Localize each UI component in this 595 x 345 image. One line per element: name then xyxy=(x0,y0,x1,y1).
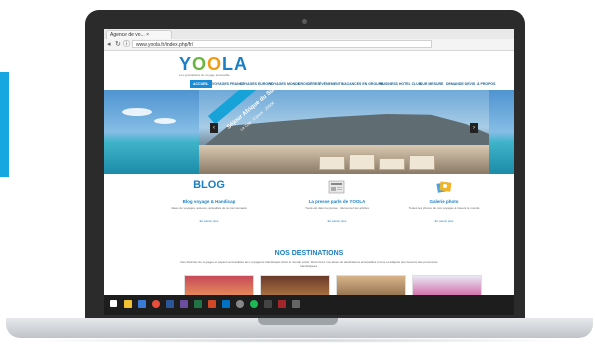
main-menu: ACCUEIL VOYAGES FRANCE VOYAGES EUROPE VO… xyxy=(188,80,514,88)
webcam xyxy=(302,19,307,24)
windows-icon[interactable] xyxy=(110,300,117,307)
logo-tagline: Les spécialistes du voyage accessible xyxy=(179,73,230,77)
cloud xyxy=(154,118,176,124)
photo-gallery-icon xyxy=(436,179,452,200)
building xyxy=(409,155,435,170)
menu-item-croisieres[interactable]: CROISIÈRES xyxy=(298,80,320,88)
accent-bar xyxy=(0,72,9,177)
app-icon[interactable] xyxy=(264,300,272,308)
newspaper-icon xyxy=(328,179,346,200)
destinations-desc: Des dizaines de voyages et séjours acces… xyxy=(180,260,438,268)
feature-link[interactable]: En savoir plus xyxy=(149,219,269,223)
menu-item-voyages-monde[interactable]: VOYAGES MONDE xyxy=(269,80,300,88)
store-icon[interactable] xyxy=(138,300,146,308)
features-row: BLOG Blog voyage & Handicap Idées de voy… xyxy=(104,177,514,229)
hero-beach-left xyxy=(104,90,199,174)
feature-title: Galerie photo xyxy=(429,199,459,204)
logo-letter: O xyxy=(192,54,208,74)
menu-item-evenements[interactable]: ÉVÉNEMENTS xyxy=(319,80,343,88)
menu-item-sur-mesure[interactable]: SUR MESURE xyxy=(420,80,443,88)
browser-tab[interactable]: Agence de vo... × xyxy=(106,30,172,39)
photoshop-icon[interactable] xyxy=(278,300,286,308)
feature-desc: Yoola est dans la presse : découvrez les… xyxy=(305,206,369,210)
feature-link[interactable]: En savoir plus xyxy=(384,219,504,223)
menu-item-vacances-groupe[interactable]: VACANCES EN GROUPE xyxy=(342,80,383,88)
powerpoint-icon[interactable] xyxy=(208,300,216,308)
destinations-title: NOS DESTINATIONS xyxy=(274,250,344,257)
spotify-icon[interactable] xyxy=(250,300,258,308)
back-icon[interactable]: ◂ xyxy=(107,40,111,49)
address-bar: ◂ ↻ ⓘ www.yoola.fr/index.php/fr/ xyxy=(104,39,514,51)
url-input[interactable]: www.yoola.fr/index.php/fr/ xyxy=(132,40,432,48)
menu-item-a-propos[interactable]: À PROPOS xyxy=(477,80,495,88)
menu-item-business-hotel[interactable]: BUSINESS HOTEL CLUB xyxy=(380,80,421,88)
screen: Agence de vo... × ◂ ↻ ⓘ www.yoola.fr/ind… xyxy=(104,29,514,315)
info-icon[interactable]: ⓘ xyxy=(123,40,130,49)
hero-beach-right xyxy=(489,90,514,174)
logo-letter: Y xyxy=(179,54,193,74)
feature-gallery[interactable]: Galerie photo Toutes les photos de nos v… xyxy=(384,177,504,229)
feature-title: Blog voyage & Handicap xyxy=(182,199,236,204)
slider-prev-button[interactable]: ‹ xyxy=(210,123,218,133)
reload-icon[interactable]: ↻ xyxy=(115,40,121,49)
feature-press[interactable]: La presse parle de YOOLA Yoola est dans … xyxy=(277,177,397,229)
excel-icon[interactable] xyxy=(194,300,202,308)
laptop-shadow xyxy=(20,338,575,343)
site-logo[interactable]: YOOLA xyxy=(179,55,248,73)
menu-item-demande-devis[interactable]: DEMANDE DEVIS xyxy=(446,80,475,88)
slider-next-button[interactable]: › xyxy=(470,123,478,133)
word-icon[interactable] xyxy=(166,300,174,308)
logo-letter: A xyxy=(234,54,249,74)
building xyxy=(349,154,375,170)
feature-desc: Idées de voyages, astuces, actualités de… xyxy=(171,206,247,210)
feature-blog[interactable]: BLOG Blog voyage & Handicap Idées de voy… xyxy=(149,177,269,229)
blog-icon: BLOG xyxy=(193,179,225,191)
settings-icon[interactable] xyxy=(236,300,244,308)
logo-letter: L xyxy=(222,54,235,74)
app-icon[interactable] xyxy=(292,300,300,308)
building xyxy=(319,156,345,170)
menu-item-voyages-europe[interactable]: VOYAGES EUROPE xyxy=(240,80,273,88)
menu-item-accueil[interactable]: ACCUEIL xyxy=(190,80,212,88)
chrome-icon[interactable] xyxy=(152,300,160,308)
laptop-notch xyxy=(258,318,338,325)
cloud xyxy=(122,108,152,116)
feature-title: La presse parle de YOOLA xyxy=(308,199,366,204)
cape-town-waterfront xyxy=(199,145,489,174)
feature-link[interactable]: En savoir plus xyxy=(277,219,397,223)
building xyxy=(379,158,405,170)
app-icon[interactable] xyxy=(180,300,188,308)
feature-desc: Toutes les photos de nos voyages à trave… xyxy=(408,206,480,210)
logo-letter: O xyxy=(207,54,223,74)
hero-slider[interactable]: Séjour Afrique du Sud Le Cap · 9 jours ·… xyxy=(104,90,514,174)
file-explorer-icon[interactable] xyxy=(124,300,132,308)
outlook-icon[interactable] xyxy=(222,300,230,308)
taskbar xyxy=(104,295,514,315)
